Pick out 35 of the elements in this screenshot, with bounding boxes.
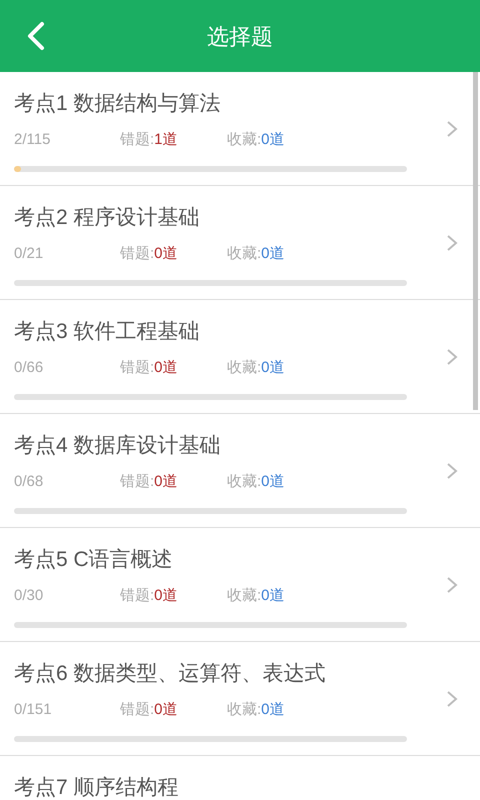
favorite-count: 收藏:0道	[227, 130, 285, 150]
wrong-count: 错题:0道	[120, 586, 179, 606]
chevron-icon	[446, 690, 458, 708]
progress-count: 0/21	[14, 244, 44, 264]
scrollbar[interactable]	[473, 72, 478, 410]
wrong-count: 错题:0道	[120, 358, 179, 378]
wrong-count: 错题:1道	[120, 130, 179, 150]
chevron-icon	[446, 234, 458, 252]
progress-count: 0/66	[14, 358, 44, 378]
favorite-count: 收藏:0道	[227, 472, 285, 492]
topic-title: 考点1 数据结构与算法	[14, 91, 221, 117]
topic-title: 考点5 C语言概述	[14, 547, 173, 573]
back-icon	[26, 21, 46, 51]
page-title: 选择题	[207, 22, 273, 50]
chevron-icon	[446, 348, 458, 366]
progress-count: 2/115	[14, 130, 52, 150]
topic-row[interactable]: 考点7 顺序结构程	[0, 756, 480, 800]
favorite-count: 收藏:0道	[227, 700, 285, 720]
favorite-count: 收藏:0道	[227, 586, 285, 606]
topic-title: 考点4 数据库设计基础	[14, 433, 221, 459]
chevron-icon	[446, 576, 458, 594]
chevron-icon	[446, 120, 458, 138]
progress-count: 0/30	[14, 586, 44, 606]
topic-title: 考点3 软件工程基础	[14, 319, 200, 345]
chevron-icon	[446, 462, 458, 480]
wrong-count: 错题:0道	[120, 244, 179, 264]
wrong-count: 错题:0道	[120, 472, 179, 492]
topic-title: 考点6 数据类型、运算符、表达式	[14, 661, 326, 687]
topic-title: 考点2 程序设计基础	[14, 205, 200, 231]
favorite-count: 收藏:0道	[227, 244, 285, 264]
favorite-count: 收藏:0道	[227, 358, 285, 378]
wrong-count: 错题:0道	[120, 700, 179, 720]
progress-count: 0/151	[14, 700, 53, 720]
topic-title: 考点7 顺序结构程	[14, 775, 179, 800]
progress-count: 0/68	[14, 472, 44, 492]
